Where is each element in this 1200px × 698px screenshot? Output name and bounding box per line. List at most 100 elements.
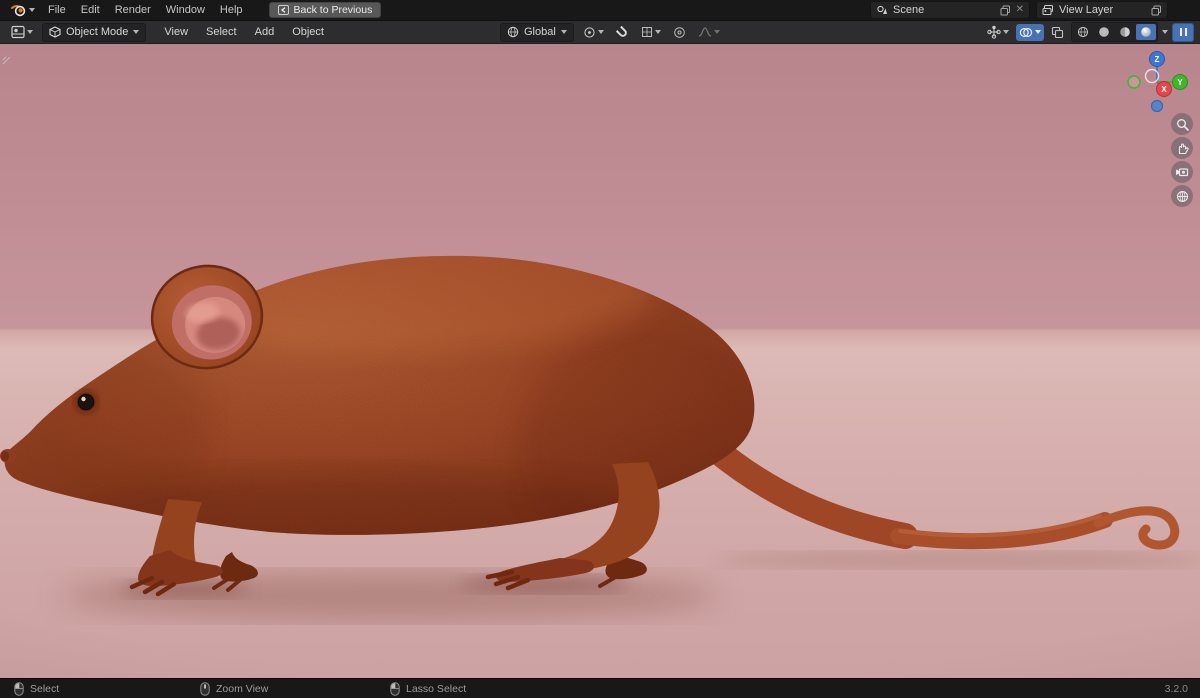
- xray-icon: [1051, 26, 1064, 38]
- scene-selector[interactable]: Scene ✕: [870, 1, 1030, 19]
- axis-y-label: Y: [1177, 78, 1183, 87]
- magnifier-icon: [1176, 118, 1189, 131]
- pan-tool-button[interactable]: [1171, 137, 1193, 159]
- blender-app-menu[interactable]: [6, 0, 40, 20]
- proportional-editing-toggle[interactable]: [670, 24, 689, 41]
- menu-render[interactable]: Render: [108, 2, 158, 18]
- magnet-icon: [615, 25, 627, 37]
- mouse-left-icon: [390, 681, 400, 696]
- navigation-gizmo[interactable]: Z Y X: [1121, 46, 1193, 118]
- material-sphere-icon: [1120, 27, 1130, 37]
- close-scene-icon[interactable]: ✕: [1016, 5, 1024, 15]
- proportional-falloff-dropdown[interactable]: [695, 24, 723, 41]
- menu-select[interactable]: Select: [198, 24, 245, 40]
- hand-icon: [1178, 142, 1189, 154]
- toggle-ortho-button[interactable]: [1171, 185, 1193, 207]
- orientation-label: Global: [524, 26, 556, 38]
- statusbar: Select Zoom View Lasso Select 3.2.0: [0, 678, 1200, 698]
- gizmo-icon: [987, 25, 1001, 39]
- shading-mode-group: [1071, 22, 1158, 42]
- new-scene-icon[interactable]: [1000, 5, 1011, 16]
- hint-zoom-view: Zoom View: [200, 679, 268, 698]
- hint-select: Select: [14, 679, 59, 698]
- snap-toggle[interactable]: [613, 24, 632, 41]
- editor-type-button[interactable]: [8, 24, 36, 41]
- back-to-previous-label: Back to Previous: [293, 4, 373, 16]
- topbar-right: Scene ✕ View Layer: [870, 1, 1194, 19]
- camera-view-button[interactable]: [1171, 161, 1193, 183]
- blender-logo-icon: [11, 4, 26, 16]
- blender-version: 3.2.0: [1164, 682, 1188, 695]
- menu-add[interactable]: Add: [247, 24, 283, 40]
- mouse-left-icon: [14, 681, 24, 696]
- viewport-corner-handle[interactable]: [2, 56, 11, 65]
- axis-negative-z-ball[interactable]: [1150, 99, 1164, 113]
- chevron-down-icon: [654, 30, 661, 34]
- hint-zoom-view-label: Zoom View: [216, 682, 269, 695]
- wireframe-sphere-icon: [1077, 26, 1089, 38]
- pivot-point-dropdown[interactable]: [580, 24, 607, 41]
- mode-label: Object Mode: [66, 26, 129, 38]
- view-layer-icon: [1042, 5, 1053, 15]
- new-view-layer-icon[interactable]: [1151, 5, 1162, 16]
- viewport-header: Object Mode View Select Add Object Globa…: [0, 21, 1200, 44]
- show-gizmo-toggle[interactable]: [984, 24, 1012, 41]
- menu-window[interactable]: Window: [159, 2, 212, 18]
- scene-name: Scene: [893, 4, 925, 16]
- back-arrow-icon: [277, 5, 289, 15]
- grid-sphere-icon: [1176, 190, 1188, 202]
- menu-view[interactable]: View: [156, 24, 196, 40]
- axis-negative-y-ball[interactable]: [1127, 75, 1141, 89]
- chevron-down-icon: [1003, 30, 1009, 34]
- menu-object[interactable]: Object: [284, 24, 332, 40]
- hint-select-label: Select: [30, 682, 60, 695]
- viewport-3d[interactable]: Z Y X: [0, 44, 1200, 678]
- snap-with-dropdown[interactable]: [638, 24, 664, 41]
- scene-icon: [877, 5, 887, 14]
- chevron-down-icon: [29, 8, 35, 12]
- header-center-controls: Global: [500, 21, 723, 43]
- chevron-down-icon: [1035, 30, 1041, 34]
- axis-x-label: X: [1161, 85, 1167, 94]
- show-overlays-toggle[interactable]: [1016, 23, 1044, 41]
- falloff-curve-icon: [698, 27, 711, 37]
- shading-options-chevron[interactable]: [1162, 30, 1168, 34]
- mouse-middle-icon: [200, 681, 210, 696]
- snap-increment-icon: [641, 27, 652, 37]
- menu-help[interactable]: Help: [213, 2, 250, 18]
- hint-lasso-select: Lasso Select: [390, 679, 466, 698]
- toggle-xray-button[interactable]: [1048, 24, 1067, 41]
- rat-model[interactable]: [0, 210, 1200, 620]
- solid-sphere-icon: [1099, 27, 1109, 37]
- overlays-icon: [1019, 27, 1033, 37]
- view-layer-name: View Layer: [1059, 4, 1114, 16]
- menu-file[interactable]: File: [41, 2, 73, 18]
- rendered-sphere-icon: [1141, 27, 1151, 37]
- view-layer-selector[interactable]: View Layer: [1036, 1, 1168, 19]
- shading-solid-button[interactable]: [1094, 24, 1114, 40]
- pause-render-button[interactable]: [1172, 22, 1194, 42]
- chevron-down-icon: [27, 30, 33, 34]
- proportional-editing-icon: [673, 26, 685, 38]
- object-mode-icon: [49, 26, 61, 38]
- axis-z-label: Z: [1155, 55, 1160, 64]
- camera-icon: [1176, 168, 1189, 177]
- menu-edit[interactable]: Edit: [74, 2, 107, 18]
- shading-wireframe-button[interactable]: [1073, 24, 1093, 40]
- editor-3d-viewport-icon: [11, 25, 25, 39]
- hint-lasso-select-label: Lasso Select: [406, 682, 467, 695]
- chevron-down-icon: [133, 30, 140, 34]
- header-right-controls: [984, 21, 1194, 43]
- chevron-down-icon: [713, 30, 720, 34]
- back-to-previous-button[interactable]: Back to Previous: [268, 2, 382, 18]
- rendered-scene: [0, 210, 1200, 620]
- zoom-tool-button[interactable]: [1171, 113, 1193, 135]
- shading-rendered-button[interactable]: [1136, 24, 1156, 40]
- pivot-point-icon: [584, 26, 595, 38]
- pause-icon: [1179, 28, 1182, 36]
- topbar: File Edit Render Window Help Back to Pre…: [0, 0, 1200, 21]
- chevron-down-icon: [597, 30, 604, 34]
- shading-material-button[interactable]: [1115, 24, 1135, 40]
- transform-orientation-dropdown[interactable]: Global: [500, 22, 574, 42]
- mode-selector[interactable]: Object Mode: [42, 22, 147, 42]
